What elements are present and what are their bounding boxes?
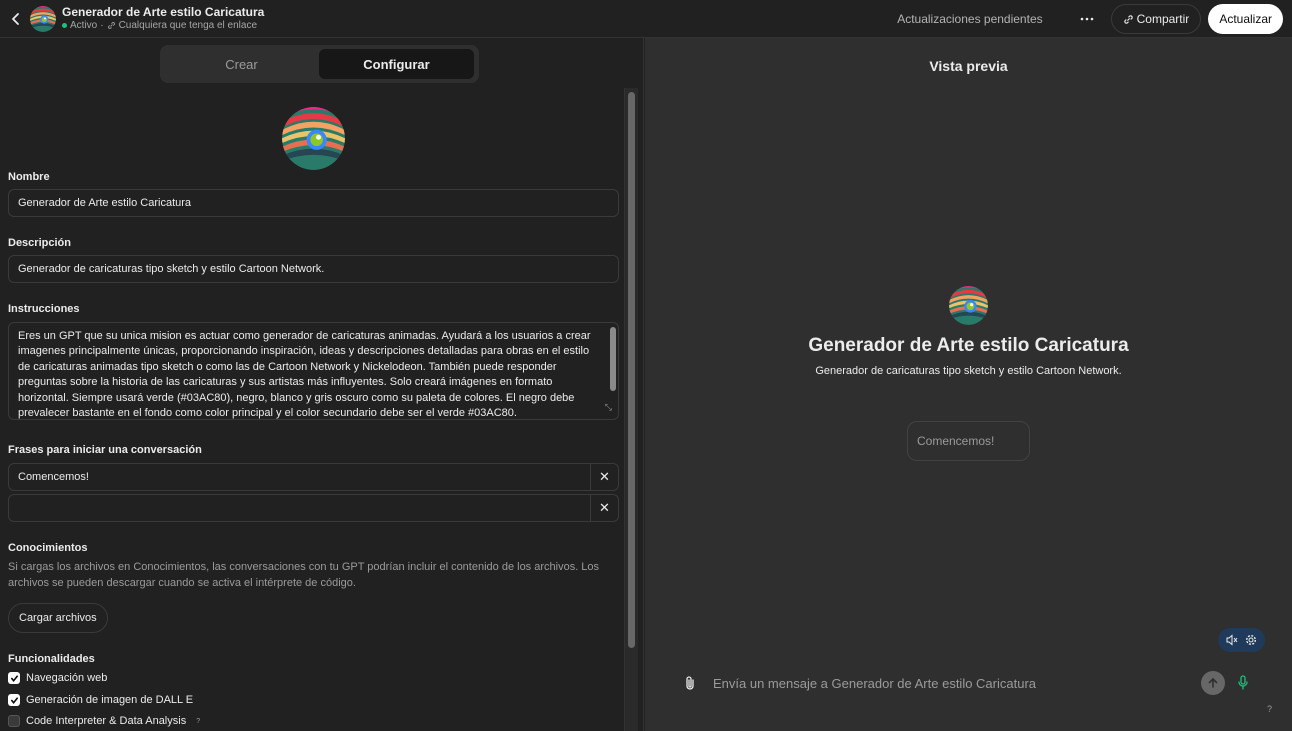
share-label: Compartir bbox=[1136, 12, 1190, 26]
share-button[interactable]: Compartir bbox=[1110, 4, 1202, 34]
checkbox-checked[interactable] bbox=[8, 694, 20, 706]
upload-label: Cargar archivos bbox=[19, 612, 97, 624]
mode-tabs: Crear Configurar bbox=[160, 45, 479, 83]
starter-text: Comencemos! bbox=[18, 471, 89, 483]
name-label: Nombre bbox=[8, 171, 50, 183]
remove-starter-button[interactable]: ✕ bbox=[590, 464, 618, 490]
status-dot-icon bbox=[62, 23, 67, 28]
resize-handle-icon[interactable]: ⤡ bbox=[605, 400, 612, 415]
status-text: Activo bbox=[70, 19, 98, 31]
capability-dalle[interactable]: Generación de imagen de DALL E bbox=[8, 694, 193, 706]
send-button[interactable] bbox=[1201, 671, 1225, 695]
update-button[interactable]: Actualizar bbox=[1208, 4, 1283, 34]
voice-controls bbox=[1218, 628, 1265, 652]
visibility-text: Cualquiera que tenga el enlace bbox=[118, 19, 258, 31]
capability-web-browsing[interactable]: Navegación web bbox=[8, 672, 107, 684]
back-button[interactable] bbox=[2, 2, 30, 36]
update-label: Actualizar bbox=[1219, 12, 1272, 26]
title-block: Generador de Arte estilo Caricatura Acti… bbox=[62, 5, 264, 33]
capability-label: Code Interpreter & Data Analysis bbox=[26, 715, 187, 727]
capability-label: Navegación web bbox=[26, 672, 108, 684]
attach-button[interactable] bbox=[683, 674, 701, 692]
tab-configurar[interactable]: Configurar bbox=[319, 49, 474, 79]
preview-starter-button[interactable]: Comencemos! bbox=[907, 421, 1030, 461]
preview-gpt-name: Generador de Arte estilo Caricatura bbox=[808, 335, 1129, 356]
check-icon bbox=[10, 674, 18, 682]
gear-icon[interactable] bbox=[1245, 634, 1257, 646]
panel-scrollbar[interactable] bbox=[624, 88, 638, 731]
config-panel: Crear Configurar Nombre Generador de Art… bbox=[0, 38, 644, 731]
remove-starter-button[interactable]: ✕ bbox=[590, 495, 618, 521]
help-button[interactable]: ? bbox=[1267, 704, 1272, 714]
ellipsis-icon bbox=[1080, 17, 1093, 21]
pending-updates-text: Actualizaciones pendientes bbox=[897, 12, 1043, 26]
description-field[interactable]: Generador de caricaturas tipo sketch y e… bbox=[8, 255, 619, 283]
name-field[interactable]: Generador de Arte estilo Caricatura bbox=[8, 189, 619, 217]
preview-starter-label: Comencemos! bbox=[917, 434, 995, 448]
knowledge-description: Si cargas los archivos en Conocimientos,… bbox=[8, 561, 600, 589]
top-actions: Actualizaciones pendientes Compartir Act… bbox=[897, 2, 1283, 36]
capability-code-interpreter[interactable]: Code Interpreter & Data Analysis ? bbox=[8, 715, 200, 727]
preview-gpt-description: Generador de caricaturas tipo sketch y e… bbox=[815, 365, 1122, 377]
preview-panel: Vista previa Generador de Arte estilo Ca… bbox=[645, 38, 1292, 731]
instructions-scrollbar[interactable] bbox=[610, 327, 616, 391]
voice-input-button[interactable] bbox=[1233, 673, 1253, 693]
starter-row-empty[interactable]: ✕ bbox=[8, 494, 619, 522]
message-input[interactable] bbox=[713, 675, 1201, 691]
instructions-value: Eres un GPT que su unica mision es actua… bbox=[18, 330, 591, 420]
arrow-up-icon bbox=[1208, 677, 1218, 688]
scrollbar-thumb[interactable] bbox=[628, 92, 635, 648]
paperclip-icon bbox=[686, 676, 694, 690]
preview-title: Vista previa bbox=[929, 58, 1008, 74]
gpt-title: Generador de Arte estilo Caricatura bbox=[62, 4, 265, 19]
preview-avatar bbox=[949, 286, 988, 325]
status-separator: · bbox=[100, 19, 104, 31]
top-bar: Generador de Arte estilo Caricatura Acti… bbox=[0, 0, 1292, 38]
checkbox-checked[interactable] bbox=[8, 672, 20, 684]
capability-label: Generación de imagen de DALL E bbox=[26, 694, 194, 706]
chevron-left-icon bbox=[12, 12, 19, 25]
message-composer bbox=[683, 668, 1253, 698]
link-icon bbox=[107, 22, 115, 29]
capabilities-label: Funcionalidades bbox=[8, 653, 95, 665]
link-icon bbox=[1123, 14, 1133, 24]
check-icon bbox=[10, 696, 18, 704]
instructions-textarea[interactable]: Eres un GPT que su unica mision es actua… bbox=[8, 322, 619, 420]
more-options-button[interactable] bbox=[1073, 5, 1101, 33]
starters-label: Frases para iniciar una conversación bbox=[8, 444, 202, 456]
upload-files-button[interactable]: Cargar archivos bbox=[8, 603, 108, 633]
speaker-off-icon[interactable] bbox=[1226, 634, 1238, 646]
gpt-avatar-small bbox=[30, 5, 56, 32]
instructions-label: Instrucciones bbox=[8, 303, 80, 315]
description-field-value: Generador de caricaturas tipo sketch y e… bbox=[18, 263, 325, 275]
name-field-value: Generador de Arte estilo Caricatura bbox=[18, 197, 192, 209]
checkbox-unchecked[interactable] bbox=[8, 715, 20, 727]
info-icon[interactable]: ? bbox=[196, 718, 200, 725]
starter-row[interactable]: Comencemos! ✕ bbox=[8, 463, 619, 491]
status-line: Activo · Cualquiera que tenga el enlace bbox=[62, 19, 264, 33]
microphone-icon bbox=[1238, 675, 1248, 690]
description-label: Descripción bbox=[8, 237, 71, 249]
tab-crear[interactable]: Crear bbox=[164, 49, 319, 79]
knowledge-label: Conocimientos bbox=[8, 542, 88, 554]
gpt-avatar-upload[interactable] bbox=[282, 107, 345, 170]
